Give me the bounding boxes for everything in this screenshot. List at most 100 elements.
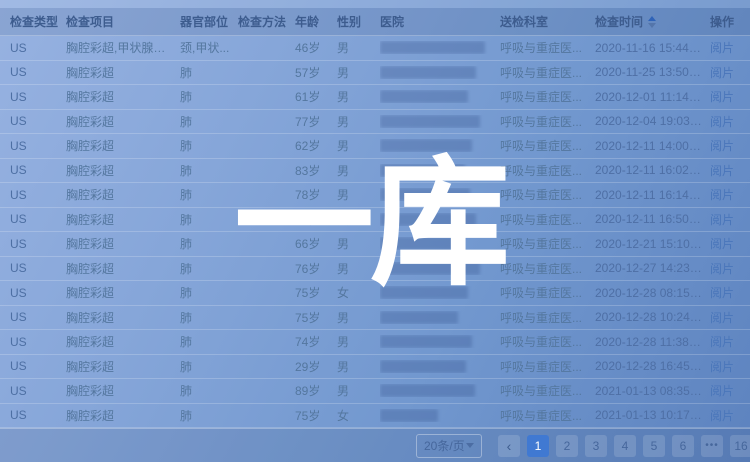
cell-dept: 呼吸与重症医... <box>500 186 595 203</box>
cell-gender: 男 <box>337 39 380 56</box>
cell-action: 阅片 <box>710 382 750 399</box>
page-size-select[interactable]: 20条/页 <box>416 434 482 458</box>
cell-hospital <box>380 409 500 422</box>
cell-hospital <box>380 286 500 299</box>
cell-age: 75岁 <box>295 284 337 301</box>
column-header-gender: 性别 <box>337 13 380 30</box>
table-row: US胸腔彩超肺74岁男呼吸与重症医...2020-12-28 11:38:11阅… <box>0 330 750 355</box>
cell-age: 46岁 <box>295 39 337 56</box>
cell-time: 2020-12-28 16:45:18 <box>595 359 710 373</box>
view-image-link[interactable]: 阅片 <box>710 41 734 55</box>
table-row: US胸腔彩超肺62岁男呼吸与重症医...2020-12-11 14:00:14阅… <box>0 134 750 159</box>
cell-time: 2020-12-11 16:02:05 <box>595 163 710 177</box>
page-button-2[interactable]: 2 <box>556 435 578 457</box>
hospital-redacted-bar <box>380 237 462 250</box>
table-row: US胸腔彩超肺57岁男呼吸与重症医...2020-11-25 13:50:01阅… <box>0 61 750 86</box>
cell-type: US <box>10 41 66 55</box>
view-image-link[interactable]: 阅片 <box>710 139 734 153</box>
view-image-link[interactable]: 阅片 <box>710 188 734 202</box>
hospital-redacted-bar <box>380 41 485 54</box>
view-image-link[interactable]: 阅片 <box>710 262 734 276</box>
view-image-link[interactable]: 阅片 <box>710 360 734 374</box>
cell-item: 胸腔彩超 <box>66 260 180 277</box>
cell-gender: 男 <box>337 137 380 154</box>
cell-dept: 呼吸与重症医... <box>500 64 595 81</box>
cell-time: 2020-12-11 16:50:25 <box>595 212 710 226</box>
cell-gender: 男 <box>337 88 380 105</box>
table-row: US胸腔彩超肺89岁男呼吸与重症医...2021-01-13 08:35:05阅… <box>0 379 750 404</box>
cell-gender: 男 <box>337 235 380 252</box>
cell-age: 75岁 <box>295 407 337 424</box>
cell-gender: 男 <box>337 309 380 326</box>
column-header-organ: 器官部位 <box>180 13 238 30</box>
cell-age: 78岁 <box>295 186 337 203</box>
view-image-link[interactable]: 阅片 <box>710 384 734 398</box>
table-header-row: 检查类型检查项目器官部位检查方法年龄性别医院送检科室检查时间操作 <box>0 8 750 36</box>
cell-item: 胸腔彩超,甲状腺彩超 <box>66 39 180 56</box>
more-pages-button[interactable]: ••• <box>701 435 723 457</box>
cell-item: 胸腔彩超 <box>66 162 180 179</box>
cell-hospital <box>380 66 500 79</box>
cell-item: 胸腔彩超 <box>66 333 180 350</box>
cell-type: US <box>10 188 66 202</box>
view-image-link[interactable]: 阅片 <box>710 66 734 80</box>
view-image-link[interactable]: 阅片 <box>710 213 734 227</box>
cell-dept: 呼吸与重症医... <box>500 407 595 424</box>
cell-action: 阅片 <box>710 211 750 228</box>
view-image-link[interactable]: 阅片 <box>710 164 734 178</box>
prev-page-button[interactable]: ‹ <box>498 435 520 457</box>
table-row: US胸腔彩超肺75岁男呼吸与重症医...2020-12-28 10:24:30阅… <box>0 306 750 331</box>
cell-time: 2020-12-11 14:00:14 <box>595 139 710 153</box>
column-header-item: 检查项目 <box>66 13 180 30</box>
view-image-link[interactable]: 阅片 <box>710 409 734 423</box>
cell-age: 89岁 <box>295 382 337 399</box>
cell-organ: 肺 <box>180 211 238 228</box>
hospital-redacted-bar <box>380 262 480 275</box>
column-header-label: 操作 <box>710 13 734 30</box>
cell-type: US <box>10 310 66 324</box>
page-button-6[interactable]: 6 <box>672 435 694 457</box>
sort-caret-icon[interactable] <box>648 16 656 28</box>
page-button-16[interactable]: 16 <box>730 435 750 457</box>
view-image-link[interactable]: 阅片 <box>710 335 734 349</box>
cell-item: 胸腔彩超 <box>66 284 180 301</box>
page-button-4[interactable]: 4 <box>614 435 636 457</box>
cell-action: 阅片 <box>710 284 750 301</box>
view-image-link[interactable]: 阅片 <box>710 115 734 129</box>
cell-action: 阅片 <box>710 235 750 252</box>
view-image-link[interactable]: 阅片 <box>710 90 734 104</box>
cell-time: 2020-12-11 16:14:49 <box>595 188 710 202</box>
column-header-age: 年龄 <box>295 13 337 30</box>
hospital-redacted-bar <box>380 311 458 324</box>
column-header-action: 操作 <box>710 13 750 30</box>
cell-gender: 男 <box>337 333 380 350</box>
cell-organ: 肺 <box>180 186 238 203</box>
view-image-link[interactable]: 阅片 <box>710 237 734 251</box>
cell-item: 胸腔彩超 <box>66 88 180 105</box>
cell-action: 阅片 <box>710 39 750 56</box>
column-header-label: 性别 <box>337 13 361 30</box>
cell-organ: 肺 <box>180 382 238 399</box>
cell-type: US <box>10 90 66 104</box>
cell-organ: 肺 <box>180 407 238 424</box>
view-image-link[interactable]: 阅片 <box>710 311 734 325</box>
cell-organ: 肺 <box>180 260 238 277</box>
cell-type: US <box>10 261 66 275</box>
page-button-1[interactable]: 1 <box>527 435 549 457</box>
hospital-redacted-bar <box>380 90 468 103</box>
cell-age: 83岁 <box>295 162 337 179</box>
cell-time: 2020-12-01 11:14:21 <box>595 90 710 104</box>
hospital-redacted-bar <box>380 360 466 373</box>
cell-organ: 肺 <box>180 64 238 81</box>
cell-time: 2020-12-28 11:38:11 <box>595 335 710 349</box>
view-image-link[interactable]: 阅片 <box>710 286 734 300</box>
cell-hospital <box>380 311 500 324</box>
table-row: US胸腔彩超肺61岁男呼吸与重症医...2020-12-01 11:14:21阅… <box>0 85 750 110</box>
column-header-time[interactable]: 检查时间 <box>595 13 710 30</box>
cell-hospital <box>380 188 500 201</box>
page-button-3[interactable]: 3 <box>585 435 607 457</box>
cell-type: US <box>10 212 66 226</box>
page-button-5[interactable]: 5 <box>643 435 665 457</box>
cell-action: 阅片 <box>710 64 750 81</box>
cell-age: 62岁 <box>295 137 337 154</box>
